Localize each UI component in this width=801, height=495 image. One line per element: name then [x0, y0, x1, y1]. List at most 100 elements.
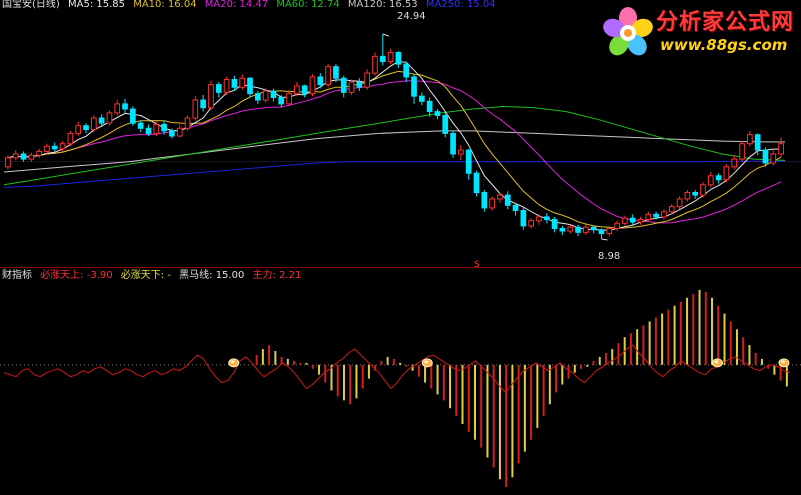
candle: [528, 220, 535, 227]
candle: [692, 192, 699, 196]
candle: [5, 157, 11, 168]
stock-title: 国宝安(日线): [2, 0, 60, 10]
candle: [36, 150, 42, 156]
candle: [668, 206, 675, 213]
candle: [458, 149, 464, 155]
flower-logo-icon: [603, 7, 653, 56]
candle: [653, 213, 659, 218]
candle: [395, 52, 402, 65]
ma250-label: MA250: 15.04: [425, 0, 496, 10]
ma5-label: MA5: 15.85: [68, 0, 126, 10]
candle: [629, 217, 636, 223]
candle: [676, 198, 683, 208]
candle: [590, 226, 597, 231]
candle: [356, 81, 363, 88]
candle: [770, 153, 777, 164]
zhuli-line: [3, 344, 791, 394]
candle: [739, 143, 745, 160]
candle: [403, 63, 410, 78]
candle: [247, 77, 253, 95]
signal-marker-highlight: [424, 360, 429, 364]
candle: [340, 77, 347, 93]
candle: [497, 194, 503, 200]
signal-marker-highlight: [230, 360, 235, 364]
indicator-chart: [0, 289, 801, 488]
candle: [67, 132, 74, 145]
ma60-label: MA60: 12.74: [276, 0, 340, 10]
bizhang-down-label: 必涨天下: -: [120, 270, 171, 281]
candle: [161, 123, 167, 132]
candle: [661, 211, 667, 218]
candle: [512, 204, 519, 211]
candle: [731, 158, 738, 168]
logo-title: 分析家公式网: [656, 10, 795, 35]
candle: [12, 153, 19, 159]
candle: [106, 112, 113, 124]
heima-label: 黑马线: 15.00: [179, 270, 245, 281]
ma10-label: MA10: 16.04: [133, 0, 197, 10]
candle: [747, 134, 753, 145]
candle: [223, 78, 230, 93]
candle: [270, 90, 277, 98]
candle: [684, 192, 691, 200]
candle: [176, 127, 183, 137]
candle: [700, 184, 706, 196]
ma10-line: [7, 70, 782, 229]
candle: [286, 93, 292, 105]
candle: [130, 108, 136, 124]
candle: [715, 175, 722, 181]
candle: [411, 76, 417, 97]
candle: [442, 114, 449, 134]
candle: [754, 134, 761, 151]
candle: [59, 143, 66, 150]
candle: [622, 217, 628, 224]
candle: [372, 55, 378, 74]
low-price-label: 8.98: [598, 251, 621, 262]
candle: [301, 85, 308, 95]
candle: [426, 100, 433, 113]
candle: [28, 154, 35, 160]
site-logo: 分析家公式网 www.88gs.com: [602, 4, 798, 60]
candle: [192, 99, 199, 119]
candle: [184, 117, 191, 129]
candle: [200, 99, 206, 109]
candle: [364, 72, 371, 88]
ma5-line: [7, 60, 782, 231]
candle: [153, 123, 160, 134]
candle: [536, 216, 542, 222]
candle: [379, 55, 386, 63]
candle: [418, 95, 425, 102]
candle: [778, 143, 784, 155]
indicator-legend: 财指标 必涨天上: -3.90 必涨天下: - 黑马线: 15.00 主力: 2…: [2, 270, 306, 282]
candle: [583, 226, 589, 233]
candle: [262, 90, 269, 101]
high-price-label: 24.94: [397, 11, 426, 22]
candle: [51, 145, 58, 150]
candle: [317, 76, 324, 86]
candle: [169, 130, 175, 137]
candle: [504, 194, 511, 206]
candle: [208, 84, 214, 109]
candle: [333, 66, 339, 79]
low-pointer: [601, 238, 608, 241]
candle: [122, 103, 128, 110]
ma20-label: MA20: 14.47: [204, 0, 269, 10]
candle: [278, 96, 285, 105]
candle: [44, 145, 50, 152]
candle: [551, 218, 558, 229]
candle: [98, 117, 105, 124]
candle: [231, 78, 238, 88]
signal-marker-highlight: [780, 360, 785, 364]
candle: [434, 111, 441, 116]
candle: [215, 84, 222, 93]
candle: [75, 125, 82, 134]
candle: [450, 132, 456, 155]
candle: [137, 122, 144, 129]
zhuli-label: 主力: 2.21: [252, 270, 302, 281]
candle: [90, 117, 97, 131]
price-legend: 国宝安(日线) MA5: 15.85 MA10: 16.04 MA20: 14.…: [2, 0, 501, 11]
candle: [575, 226, 581, 233]
candle: [309, 76, 316, 95]
candle: [348, 81, 355, 93]
logo-url: www.88gs.com: [660, 36, 788, 54]
